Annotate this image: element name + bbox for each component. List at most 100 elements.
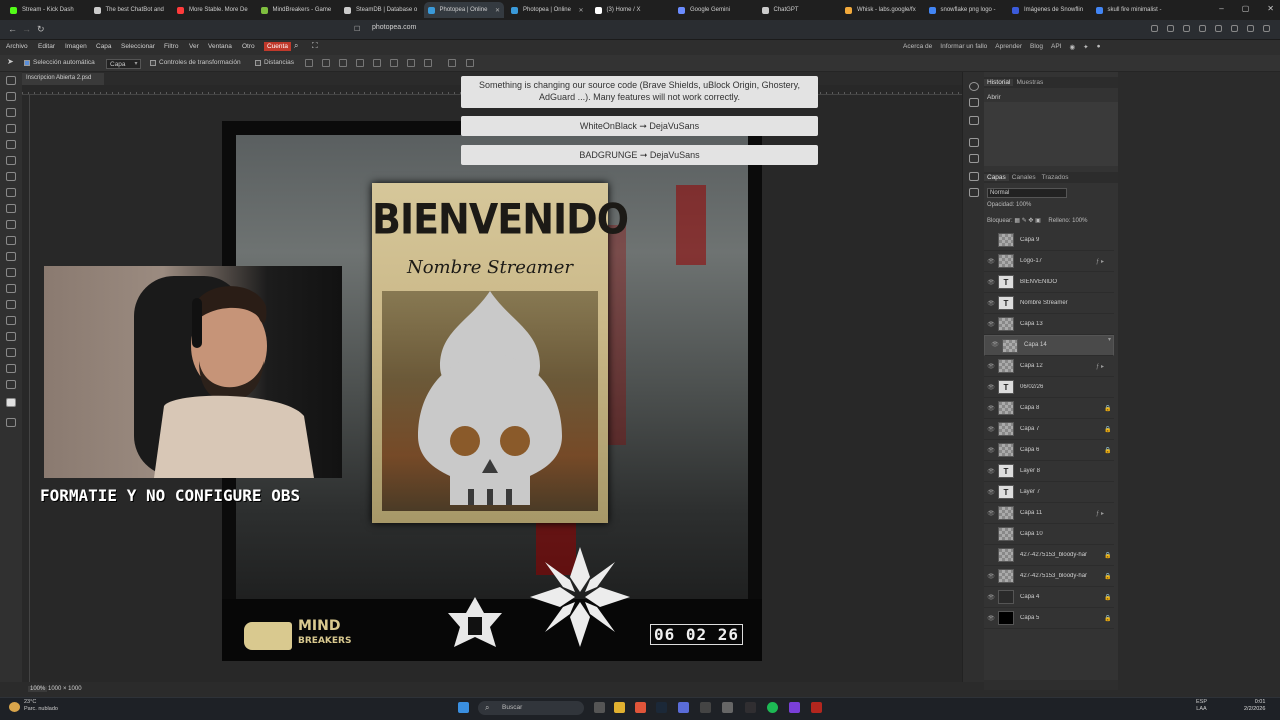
browser-tab[interactable]: (3) Home / X (591, 2, 672, 18)
distribute-icon[interactable] (390, 59, 398, 67)
layer-row[interactable]: 👁 T BIENVENIDO (984, 272, 1114, 293)
visibility-eye-icon[interactable]: 👁 (984, 468, 998, 475)
layer-row[interactable]: 👁 T 06/02/26 (984, 377, 1114, 398)
layer-row[interactable]: 👁 T Nombre Streamer (984, 293, 1114, 314)
browser-tab[interactable]: Photopea | Online ✕ (507, 2, 588, 18)
brush-tool-icon[interactable] (6, 188, 16, 197)
visibility-eye-icon[interactable]: 👁 (984, 321, 998, 328)
close-window-icon[interactable]: ✕ (1267, 4, 1274, 13)
browser-tab[interactable]: MindBreakers - Game (257, 2, 338, 18)
close-tab-icon[interactable]: ✕ (574, 7, 583, 14)
visibility-eye-icon[interactable]: 👁 (984, 300, 998, 307)
browser-tab[interactable]: Imágenes de Snowflin (1008, 2, 1089, 18)
visibility-eye-icon[interactable]: 👁 (988, 341, 1002, 350)
layer-row[interactable]: 👁 Capa 11 ƒ ▸ (984, 503, 1114, 524)
layer-row[interactable]: 👁 T Layer 7 (984, 482, 1114, 503)
align-left-icon[interactable] (356, 59, 364, 67)
lasso-tool-icon[interactable] (6, 108, 16, 117)
brush-settings-icon[interactable] (969, 116, 979, 125)
history-item-open[interactable]: Abrir (987, 94, 1001, 101)
tab-history[interactable]: Historial (984, 79, 1014, 86)
magic-wand-tool-icon[interactable] (6, 124, 16, 133)
distribute-horizontal-icon[interactable] (407, 59, 415, 67)
arrange-icon[interactable] (424, 59, 432, 67)
align-middle-icon[interactable] (322, 59, 330, 67)
file-explorer-icon[interactable] (614, 702, 625, 713)
path-select-tool-icon[interactable] (6, 332, 16, 341)
quick-mask-icon[interactable] (6, 418, 16, 427)
visibility-eye-icon[interactable]: 👁 (984, 384, 998, 391)
language-indicator[interactable]: ESP LAA (1196, 699, 1207, 713)
paint-bucket-tool-icon[interactable] (6, 252, 16, 261)
layer-row[interactable]: Capa 10 (984, 524, 1114, 545)
distances-checkbox[interactable]: Distancias (255, 59, 294, 66)
zoom-tool-icon[interactable] (6, 380, 16, 389)
opacity-value[interactable]: 100% (1016, 202, 1031, 208)
forward-icon[interactable]: → (22, 24, 31, 34)
link-learn[interactable]: Aprender (995, 43, 1022, 51)
twitter-icon[interactable]: ✦ (1083, 43, 1088, 51)
account-button[interactable]: Cuenta (264, 42, 291, 51)
marquee-tool-icon[interactable] (6, 92, 16, 101)
extension-icon[interactable] (1151, 25, 1158, 32)
layer-row[interactable]: 427-4275153_bloody-har 🔒 (984, 545, 1114, 566)
app-icon[interactable] (789, 702, 800, 713)
reload-icon[interactable]: ↻ (37, 24, 45, 35)
adblock-warning-notice[interactable]: Something is changing our source code (B… (461, 76, 818, 108)
search-icon[interactable]: ⌕ (294, 41, 298, 51)
extension-icon[interactable] (1183, 25, 1190, 32)
tab-layers[interactable]: Capas (984, 174, 1009, 181)
layer-row[interactable]: 👁 Logo-17 ƒ ▸ (984, 251, 1114, 272)
reddit-icon[interactable]: ◉ (1070, 43, 1076, 51)
maximize-icon[interactable]: ▢ (1242, 4, 1250, 13)
obs-icon[interactable] (745, 702, 756, 713)
visibility-eye-icon[interactable]: 👁 (984, 573, 998, 580)
blend-mode-dropdown[interactable]: Normal (987, 188, 1067, 198)
lock-icons[interactable]: ▦ ✎ ✥ ▣ (1014, 218, 1042, 224)
document-tab[interactable]: Inscripcion Abierta 2.psd (22, 73, 104, 85)
extension-icon[interactable] (1199, 25, 1206, 32)
layer-row[interactable]: 👁 Capa 7 🔒 (984, 419, 1114, 440)
eraser-tool-icon[interactable] (6, 236, 16, 245)
css-icon[interactable] (969, 172, 979, 181)
paragraph-icon[interactable] (969, 154, 979, 163)
task-view-icon[interactable] (594, 702, 605, 713)
healing-tool-icon[interactable] (6, 172, 16, 181)
eyedropper-tool-icon[interactable] (6, 156, 16, 165)
browser-tab[interactable]: More Stable. More De (173, 2, 254, 18)
visibility-eye-icon[interactable]: 👁 (984, 594, 998, 601)
menu-imagen[interactable]: Imagen (65, 43, 87, 50)
auto-select-target-dropdown[interactable]: Capa (106, 59, 141, 69)
browser-tab[interactable]: Whisk - labs.google/fx (841, 2, 922, 18)
visibility-eye-icon[interactable]: 👁 (984, 426, 998, 433)
browser-tab[interactable]: SteamDB | Database o (340, 2, 421, 18)
visibility-eye-icon[interactable]: 👁 (984, 363, 998, 370)
link-about[interactable]: Acerca de (903, 43, 932, 51)
menu-editar[interactable]: Editar (38, 43, 55, 50)
layer-effects-icon[interactable]: ƒ ▸ (1096, 510, 1114, 517)
browser-tab[interactable]: Photopea | Online ✕ (423, 2, 504, 18)
profile-icon[interactable] (1263, 25, 1270, 32)
layer-row[interactable]: 👁 Capa 5 🔒 (984, 608, 1114, 629)
menu-seleccionar[interactable]: Seleccionar (121, 43, 155, 50)
layer-row[interactable]: 👁 Capa 4 🔒 (984, 587, 1114, 608)
back-icon[interactable]: ← (8, 24, 17, 34)
pen-tool-icon[interactable] (6, 300, 16, 309)
image-icon[interactable] (969, 188, 979, 197)
crop-tool-icon[interactable] (6, 140, 16, 149)
url-field[interactable]: photopea.com (372, 24, 416, 31)
spotify-icon[interactable] (767, 702, 778, 713)
taskbar-clock[interactable]: 0:01 2/2/2026 (1244, 699, 1265, 713)
color-swatch-icon[interactable] (6, 398, 16, 407)
align-top-icon[interactable] (305, 59, 313, 67)
menu-filtro[interactable]: Filtro (164, 43, 178, 50)
font-substitution-notice[interactable]: WhiteOnBlack ➞ DejaVuSans (461, 116, 818, 136)
facebook-icon[interactable]: ● (1097, 43, 1101, 51)
menu-ver[interactable]: Ver (189, 43, 199, 50)
history-brush-tool-icon[interactable] (6, 220, 16, 229)
layer-row[interactable]: 👁 T Layer 8 (984, 461, 1114, 482)
bookmark-icon[interactable]: ☐ (354, 25, 360, 33)
browser-tab[interactable]: The best ChatBot and (90, 2, 171, 18)
extension-icon[interactable] (1167, 25, 1174, 32)
layer-row[interactable]: Capa 9 (984, 230, 1114, 251)
